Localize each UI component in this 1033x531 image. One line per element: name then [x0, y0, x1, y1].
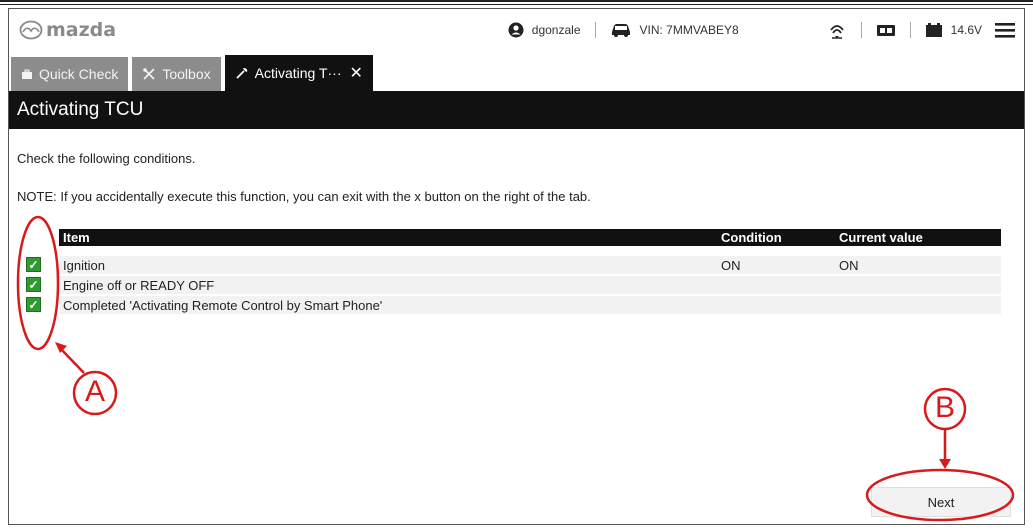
wrench-icon — [235, 68, 247, 79]
tab-label: Toolbox — [162, 66, 211, 82]
username: dgonzale — [531, 23, 581, 37]
tab-quick-check[interactable]: Quick Check — [11, 57, 129, 91]
close-tab-icon[interactable]: ✕ — [350, 63, 363, 83]
next-button[interactable]: Next — [871, 487, 1011, 517]
wireless-connection-icon — [829, 25, 844, 39]
tab-bar: Quick Check Toolbox Activating T··· ✕ — [9, 55, 1024, 91]
vin-number: VIN: 7MMVABEY8 — [639, 23, 739, 37]
user-icon — [508, 22, 524, 38]
table-row: ✓ Completed 'Activating Remote Control b… — [23, 296, 1001, 314]
brand-name: mazda — [46, 19, 117, 41]
table-header: Item Condition Current value — [23, 229, 1001, 246]
item-name: Ignition — [63, 258, 105, 273]
checkbox-checked-icon: ✓ — [26, 257, 41, 272]
tab-toolbox[interactable]: Toolbox — [132, 57, 221, 91]
tab-label: Activating T··· — [254, 65, 342, 81]
checkbox-checked-icon: ✓ — [26, 297, 41, 312]
tab-label: Quick Check — [39, 66, 119, 82]
mazda-emblem-icon — [19, 20, 43, 40]
conditions-table: Item Condition Current value ✓ Ignition … — [23, 229, 1001, 314]
column-header-condition: Condition — [721, 230, 782, 245]
column-header-current-value: Current value — [839, 230, 923, 245]
checkbox-checked-icon: ✓ — [26, 277, 41, 292]
menu-icon[interactable] — [994, 21, 1016, 39]
callout-a-label: A — [84, 375, 105, 408]
mazda-logo: mazda — [19, 19, 116, 41]
current-value: ON — [839, 258, 859, 273]
table-row: ✓ Ignition ON ON — [23, 256, 1001, 274]
callout-b-label: B — [934, 391, 955, 424]
page-title: Activating TCU — [9, 91, 1024, 129]
item-name: Engine off or READY OFF — [63, 278, 215, 293]
tab-activating-tcu[interactable]: Activating T··· ✕ — [224, 55, 373, 91]
condition-value: ON — [721, 258, 741, 273]
app-window: mazda dgonzale VIN: 7MMVABEY8 14.6V Quic… — [8, 8, 1025, 525]
divider — [909, 22, 911, 38]
column-header-item: Item — [63, 230, 90, 245]
divider — [594, 22, 596, 38]
battery-voltage: 14.6V — [950, 23, 982, 37]
car-icon — [611, 24, 630, 37]
status-bar: dgonzale VIN: 7MMVABEY8 14.6V — [508, 20, 1016, 40]
table-row: ✓ Engine off or READY OFF — [23, 276, 1001, 294]
note-text: NOTE: If you accidentally execute this f… — [17, 189, 591, 204]
battery-icon — [925, 23, 942, 37]
app-header: mazda dgonzale VIN: 7MMVABEY8 14.6V — [9, 9, 1024, 55]
item-name: Completed 'Activating Remote Control by … — [63, 298, 383, 313]
tools-icon — [143, 68, 155, 80]
vci-device-icon — [876, 25, 895, 36]
briefcase-icon — [22, 69, 32, 79]
divider — [860, 22, 862, 38]
instruction-text: Check the following conditions. — [17, 151, 196, 166]
top-border — [0, 0, 1033, 5]
